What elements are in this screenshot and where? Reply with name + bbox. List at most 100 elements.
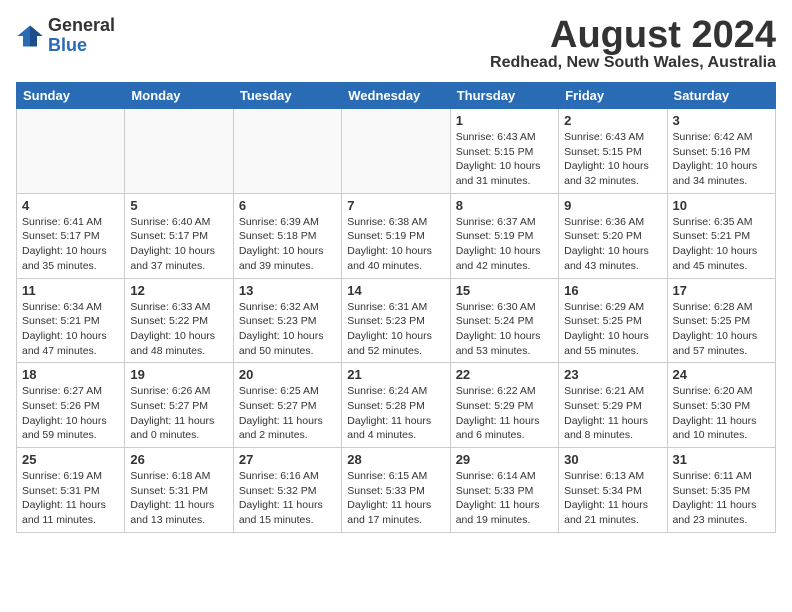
weekday-header-wednesday: Wednesday	[342, 83, 450, 109]
day-info: Sunrise: 6:40 AM Sunset: 5:17 PM Dayligh…	[130, 215, 227, 274]
weekday-header-tuesday: Tuesday	[233, 83, 341, 109]
calendar-header-row: SundayMondayTuesdayWednesdayThursdayFrid…	[17, 83, 776, 109]
day-number: 26	[130, 452, 227, 467]
calendar-cell: 4 Sunrise: 6:41 AM Sunset: 5:17 PM Daylig…	[17, 193, 125, 278]
day-number: 11	[22, 283, 119, 298]
weekday-header-thursday: Thursday	[450, 83, 558, 109]
month-title: August 2024	[490, 16, 776, 54]
location-title: Redhead, New South Wales, Australia	[490, 54, 776, 72]
logo: General Blue	[16, 16, 115, 56]
day-info: Sunrise: 6:16 AM Sunset: 5:32 PM Dayligh…	[239, 469, 336, 528]
day-number: 16	[564, 283, 661, 298]
day-number: 21	[347, 367, 444, 382]
calendar-cell: 6 Sunrise: 6:39 AM Sunset: 5:18 PM Daylig…	[233, 193, 341, 278]
logo-text: General Blue	[48, 16, 115, 56]
day-info: Sunrise: 6:11 AM Sunset: 5:35 PM Dayligh…	[673, 469, 770, 528]
day-info: Sunrise: 6:30 AM Sunset: 5:24 PM Dayligh…	[456, 300, 553, 359]
day-info: Sunrise: 6:43 AM Sunset: 5:15 PM Dayligh…	[456, 130, 553, 189]
calendar-cell: 5Sunrise: 6:40 AM Sunset: 5:17 PM Daylig…	[125, 193, 233, 278]
calendar-cell	[125, 109, 233, 194]
day-info: Sunrise: 6:38 AM Sunset: 5:19 PM Dayligh…	[347, 215, 444, 274]
day-info: Sunrise: 6:29 AM Sunset: 5:25 PM Dayligh…	[564, 300, 661, 359]
calendar-cell: 19Sunrise: 6:26 AM Sunset: 5:27 PM Dayli…	[125, 363, 233, 448]
day-info: Sunrise: 6:43 AM Sunset: 5:15 PM Dayligh…	[564, 130, 661, 189]
day-info: Sunrise: 6:34 AM Sunset: 5:21 PM Dayligh…	[22, 300, 119, 359]
day-info: Sunrise: 6:27 AM Sunset: 5:26 PM Dayligh…	[22, 384, 119, 443]
logo-icon	[16, 22, 44, 50]
day-number: 13	[239, 283, 336, 298]
day-number: 7	[347, 198, 444, 213]
day-number: 24	[673, 367, 770, 382]
day-number: 9	[564, 198, 661, 213]
calendar-cell	[342, 109, 450, 194]
day-info: Sunrise: 6:33 AM Sunset: 5:22 PM Dayligh…	[130, 300, 227, 359]
calendar-cell: 10Sunrise: 6:35 AM Sunset: 5:21 PM Dayli…	[667, 193, 775, 278]
day-info: Sunrise: 6:41 AM Sunset: 5:17 PM Dayligh…	[22, 215, 119, 274]
weekday-header-sunday: Sunday	[17, 83, 125, 109]
day-info: Sunrise: 6:25 AM Sunset: 5:27 PM Dayligh…	[239, 384, 336, 443]
calendar-cell: 29 Sunrise: 6:14 AM Sunset: 5:33 PM Dayli…	[450, 448, 558, 533]
page-header: General Blue August 2024 Redhead, New So…	[16, 16, 776, 72]
day-info: Sunrise: 6:36 AM Sunset: 5:20 PM Dayligh…	[564, 215, 661, 274]
calendar-table: SundayMondayTuesdayWednesdayThursdayFrid…	[16, 82, 776, 533]
day-number: 2	[564, 113, 661, 128]
calendar-cell: 20 Sunrise: 6:25 AM Sunset: 5:27 PM Dayli…	[233, 363, 341, 448]
calendar-week-1: 1Sunrise: 6:43 AM Sunset: 5:15 PM Daylig…	[17, 109, 776, 194]
calendar-cell: 17 Sunrise: 6:28 AM Sunset: 5:25 PM Dayli…	[667, 278, 775, 363]
day-number: 31	[673, 452, 770, 467]
day-info: Sunrise: 6:31 AM Sunset: 5:23 PM Dayligh…	[347, 300, 444, 359]
day-info: Sunrise: 6:20 AM Sunset: 5:30 PM Dayligh…	[673, 384, 770, 443]
day-info: Sunrise: 6:39 AM Sunset: 5:18 PM Dayligh…	[239, 215, 336, 274]
calendar-cell: 22Sunrise: 6:22 AM Sunset: 5:29 PM Dayli…	[450, 363, 558, 448]
calendar-cell	[233, 109, 341, 194]
day-info: Sunrise: 6:19 AM Sunset: 5:31 PM Dayligh…	[22, 469, 119, 528]
calendar-cell: 12 Sunrise: 6:33 AM Sunset: 5:22 PM Dayli…	[125, 278, 233, 363]
calendar-cell: 25 Sunrise: 6:19 AM Sunset: 5:31 PM Dayli…	[17, 448, 125, 533]
day-number: 12	[130, 283, 227, 298]
day-number: 18	[22, 367, 119, 382]
day-number: 22	[456, 367, 553, 382]
calendar-cell: 28Sunrise: 6:15 AM Sunset: 5:33 PM Dayli…	[342, 448, 450, 533]
day-number: 25	[22, 452, 119, 467]
calendar-cell: 7 Sunrise: 6:38 AM Sunset: 5:19 PM Daylig…	[342, 193, 450, 278]
day-number: 30	[564, 452, 661, 467]
logo-general: General	[48, 16, 115, 36]
calendar-cell: 30 Sunrise: 6:13 AM Sunset: 5:34 PM Dayli…	[559, 448, 667, 533]
weekday-header-saturday: Saturday	[667, 83, 775, 109]
calendar-cell: 3 Sunrise: 6:42 AM Sunset: 5:16 PM Daylig…	[667, 109, 775, 194]
day-number: 17	[673, 283, 770, 298]
day-number: 20	[239, 367, 336, 382]
day-number: 15	[456, 283, 553, 298]
weekday-header-monday: Monday	[125, 83, 233, 109]
calendar-cell: 27 Sunrise: 6:16 AM Sunset: 5:32 PM Dayli…	[233, 448, 341, 533]
day-number: 3	[673, 113, 770, 128]
calendar-cell: 9 Sunrise: 6:36 AM Sunset: 5:20 PM Daylig…	[559, 193, 667, 278]
day-info: Sunrise: 6:37 AM Sunset: 5:19 PM Dayligh…	[456, 215, 553, 274]
calendar-week-5: 25 Sunrise: 6:19 AM Sunset: 5:31 PM Dayli…	[17, 448, 776, 533]
day-info: Sunrise: 6:32 AM Sunset: 5:23 PM Dayligh…	[239, 300, 336, 359]
day-info: Sunrise: 6:14 AM Sunset: 5:33 PM Dayligh…	[456, 469, 553, 528]
calendar-cell: 24 Sunrise: 6:20 AM Sunset: 5:30 PM Dayli…	[667, 363, 775, 448]
calendar-cell: 23Sunrise: 6:21 AM Sunset: 5:29 PM Dayli…	[559, 363, 667, 448]
calendar-cell: 26 Sunrise: 6:18 AM Sunset: 5:31 PM Dayli…	[125, 448, 233, 533]
calendar-cell: 14Sunrise: 6:31 AM Sunset: 5:23 PM Dayli…	[342, 278, 450, 363]
logo-blue: Blue	[48, 36, 115, 56]
day-info: Sunrise: 6:21 AM Sunset: 5:29 PM Dayligh…	[564, 384, 661, 443]
day-info: Sunrise: 6:28 AM Sunset: 5:25 PM Dayligh…	[673, 300, 770, 359]
day-number: 27	[239, 452, 336, 467]
day-info: Sunrise: 6:18 AM Sunset: 5:31 PM Dayligh…	[130, 469, 227, 528]
calendar-cell: 11 Sunrise: 6:34 AM Sunset: 5:21 PM Dayli…	[17, 278, 125, 363]
calendar-cell: 13 Sunrise: 6:32 AM Sunset: 5:23 PM Dayli…	[233, 278, 341, 363]
calendar-cell	[17, 109, 125, 194]
day-number: 6	[239, 198, 336, 213]
day-info: Sunrise: 6:42 AM Sunset: 5:16 PM Dayligh…	[673, 130, 770, 189]
calendar-cell: 2 Sunrise: 6:43 AM Sunset: 5:15 PM Daylig…	[559, 109, 667, 194]
calendar-cell: 18 Sunrise: 6:27 AM Sunset: 5:26 PM Dayli…	[17, 363, 125, 448]
day-info: Sunrise: 6:35 AM Sunset: 5:21 PM Dayligh…	[673, 215, 770, 274]
calendar-cell: 15 Sunrise: 6:30 AM Sunset: 5:24 PM Dayli…	[450, 278, 558, 363]
day-number: 4	[22, 198, 119, 213]
day-number: 8	[456, 198, 553, 213]
day-number: 29	[456, 452, 553, 467]
day-info: Sunrise: 6:13 AM Sunset: 5:34 PM Dayligh…	[564, 469, 661, 528]
day-info: Sunrise: 6:24 AM Sunset: 5:28 PM Dayligh…	[347, 384, 444, 443]
